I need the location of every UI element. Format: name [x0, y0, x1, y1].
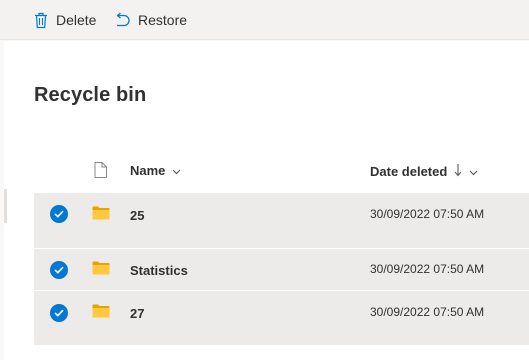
checkmark-circle-icon[interactable]: [50, 205, 68, 223]
folder-icon: [92, 206, 110, 225]
checkmark-circle-icon[interactable]: [50, 261, 68, 279]
chevron-down-icon: [172, 163, 181, 178]
list-item[interactable]: 27 30/09/2022 07:50 AM: [34, 291, 529, 345]
chevron-down-icon: [469, 164, 478, 179]
command-bar: Delete Restore: [0, 0, 529, 40]
sort-down-arrow-icon: [454, 163, 462, 180]
list-header: Name Date deleted: [34, 150, 529, 190]
list-item[interactable]: Statistics 30/09/2022 07:50 AM: [34, 249, 529, 290]
item-name[interactable]: 27: [130, 306, 144, 321]
column-header-date-deleted[interactable]: Date deleted: [370, 163, 478, 180]
divider: [4, 189, 7, 223]
restore-button[interactable]: Restore: [114, 0, 187, 40]
list-item[interactable]: 25 30/09/2022 07:50 AM: [34, 193, 529, 248]
trash-icon: [34, 12, 48, 29]
column-header-name-label: Name: [130, 163, 166, 178]
item-date-deleted: 30/09/2022 07:50 AM: [370, 262, 485, 276]
document-icon[interactable]: [94, 162, 107, 183]
folder-icon: [92, 304, 110, 323]
page-title: Recycle bin: [34, 84, 147, 106]
item-date-deleted: 30/09/2022 07:50 AM: [370, 305, 485, 319]
folder-icon: [92, 261, 110, 280]
checkmark-circle-icon[interactable]: [50, 304, 68, 322]
restore-label: Restore: [138, 12, 188, 28]
delete-label: Delete: [56, 12, 97, 28]
column-header-date-deleted-label: Date deleted: [370, 164, 448, 179]
delete-button[interactable]: Delete: [34, 0, 96, 40]
item-name[interactable]: Statistics: [130, 263, 188, 278]
item-name[interactable]: 25: [130, 208, 144, 223]
item-date-deleted: 30/09/2022 07:50 AM: [370, 207, 485, 221]
undo-icon: [114, 12, 131, 28]
column-header-name[interactable]: Name: [130, 163, 181, 178]
